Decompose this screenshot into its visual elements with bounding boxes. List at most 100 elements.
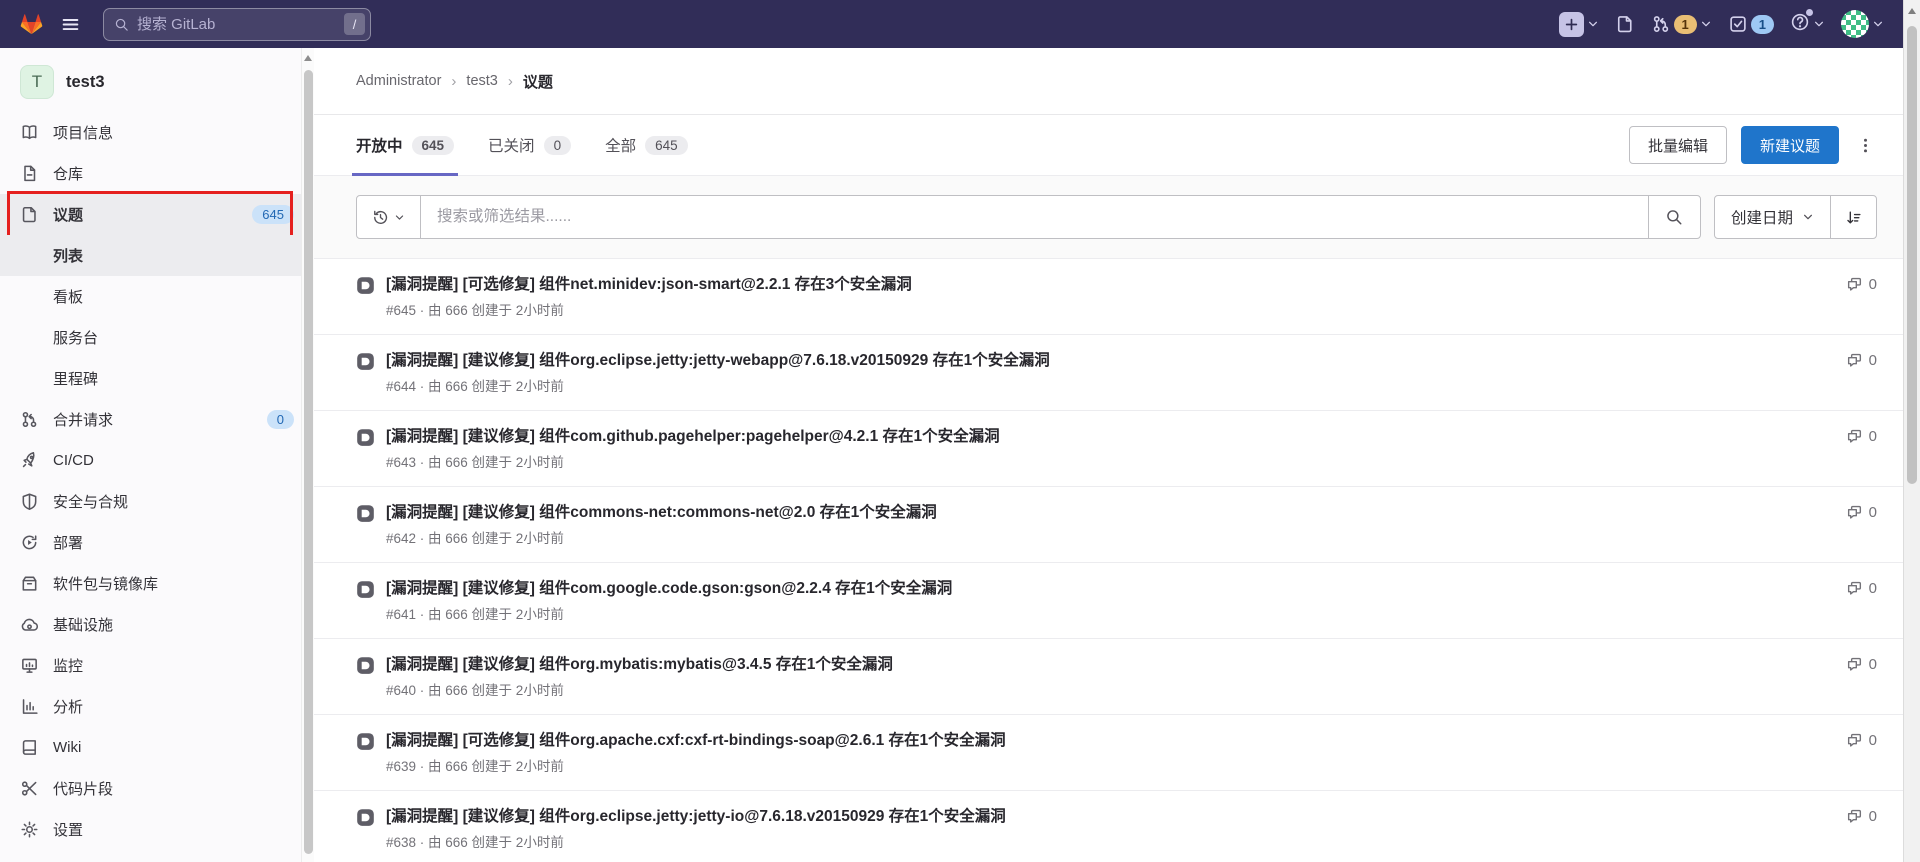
sidebar-item-milestones[interactable]: 里程碑 <box>0 358 314 399</box>
scrollbar-arrow-up-icon[interactable] <box>304 55 312 61</box>
sidebar-item-packages-registries[interactable]: 软件包与镜像库 <box>0 563 314 604</box>
help-menu-button[interactable] <box>1783 12 1832 37</box>
plus-box <box>1559 12 1584 37</box>
chevron-down-icon <box>1813 18 1825 30</box>
breadcrumb-separator: › <box>508 73 513 90</box>
chevron-down-icon <box>1802 211 1814 223</box>
navbar-issues-button[interactable] <box>1608 14 1642 34</box>
filter-search-input[interactable] <box>421 196 1648 238</box>
issue-title-link[interactable]: [漏洞提醒] [建议修复] 组件com.google.code.gson:gso… <box>386 578 1835 599</box>
issue-comments-count[interactable]: 0 <box>1846 732 1877 749</box>
issue-row: [漏洞提醒] [建议修复] 组件org.eclipse.jetty:jetty-… <box>314 335 1903 411</box>
sidebar-item-label: 列表 <box>53 245 83 266</box>
navbar-todos-button[interactable]: 1 <box>1721 14 1781 34</box>
bulk-edit-button[interactable]: 批量编辑 <box>1629 126 1727 164</box>
sidebar-scrollbar-thumb[interactable] <box>304 70 313 854</box>
sort-direction-button[interactable] <box>1830 196 1876 238</box>
project-header[interactable]: T test3 <box>0 48 314 112</box>
comments-icon <box>1846 580 1863 597</box>
issue-main: [漏洞提醒] [建议修复] 组件commons-net:commons-net@… <box>386 502 1835 548</box>
sidebar-item-issue-list[interactable]: 列表 <box>0 235 314 276</box>
sidebar-item-deployments[interactable]: 部署 <box>0 522 314 563</box>
sidebar-item-project-info[interactable]: 项目信息 <box>0 112 314 153</box>
global-search-input[interactable] <box>137 16 336 33</box>
tab-all[interactable]: 全部645 <box>605 115 688 175</box>
breadcrumb-link[interactable]: test3 <box>466 73 497 89</box>
tab-count-badge: 0 <box>544 136 572 155</box>
breadcrumb-link[interactable]: Administrator <box>356 73 441 89</box>
comments-count: 0 <box>1869 732 1877 749</box>
sidebar-item-repository[interactable]: 仓库 <box>0 153 314 194</box>
sidebar-item-label: 议题 <box>53 204 83 225</box>
sidebar-item-label: 监控 <box>53 655 83 676</box>
scrollbar-arrow-up-icon[interactable] <box>1908 8 1916 14</box>
sidebar-item-security-compliance[interactable]: 安全与合规 <box>0 481 314 522</box>
sidebar-item-collapse-sidebar[interactable]: 收起侧边栏 <box>0 850 314 862</box>
issue-type-icon <box>356 808 375 827</box>
hamburger-menu-button[interactable] <box>51 5 89 43</box>
issue-meta: #639 · 由 666 创建于 2小时前 <box>386 758 1835 776</box>
issue-title-link[interactable]: [漏洞提醒] [可选修复] 组件org.apache.cxf:cxf-rt-bi… <box>386 730 1835 751</box>
filter-search-button[interactable] <box>1648 196 1700 238</box>
sidebar-item-analytics[interactable]: 分析 <box>0 686 314 727</box>
top-navbar: / 1 1 <box>0 0 1903 48</box>
issue-type-icon <box>356 732 375 751</box>
sidebar-item-boards[interactable]: 看板 <box>0 276 314 317</box>
new-menu-button[interactable] <box>1552 12 1606 37</box>
issue-comments-count[interactable]: 0 <box>1846 276 1877 293</box>
issue-title-link[interactable]: [漏洞提醒] [建议修复] 组件org.mybatis:mybatis@3.4.… <box>386 654 1835 675</box>
issue-comments-count[interactable]: 0 <box>1846 656 1877 673</box>
issue-title-link[interactable]: [漏洞提醒] [建议修复] 组件org.eclipse.jetty:jetty-… <box>386 350 1835 371</box>
navbar-merge-requests-button[interactable]: 1 <box>1644 14 1719 34</box>
history-icon <box>372 209 389 226</box>
page-scrollbar-thumb[interactable] <box>1907 26 1917 484</box>
sidebar-item-merge-requests[interactable]: 合并请求0 <box>0 399 314 440</box>
comments-icon <box>1846 428 1863 445</box>
sidebar-item-label: 仓库 <box>53 163 83 184</box>
tab-open[interactable]: 开放中645 <box>356 115 454 175</box>
chevron-down-icon <box>1587 18 1599 30</box>
sidebar-item-monitor[interactable]: 监控 <box>0 645 314 686</box>
sidebar-scrollbar[interactable] <box>301 48 314 862</box>
issue-main: [漏洞提醒] [建议修复] 组件org.eclipse.jetty:jetty-… <box>386 350 1835 396</box>
issue-comments-count[interactable]: 0 <box>1846 428 1877 445</box>
recent-searches-button[interactable] <box>357 196 421 238</box>
sidebar-item-service-desk[interactable]: 服务台 <box>0 317 314 358</box>
sidebar-item-ci-cd[interactable]: CI/CD <box>0 440 314 481</box>
new-issue-button[interactable]: 新建议题 <box>1741 126 1839 164</box>
rocket-icon <box>20 451 39 470</box>
sort-by-dropdown[interactable]: 创建日期 <box>1715 196 1830 238</box>
issue-title-link[interactable]: [漏洞提醒] [建议修复] 组件com.github.pagehelper:pa… <box>386 426 1835 447</box>
issue-comments-count[interactable]: 0 <box>1846 352 1877 369</box>
sidebar-item-wiki[interactable]: Wiki <box>0 727 314 768</box>
issue-title-link[interactable]: [漏洞提醒] [可选修复] 组件net.minidev:json-smart@2… <box>386 274 1835 295</box>
comments-count: 0 <box>1869 580 1877 597</box>
comments-count: 0 <box>1869 352 1877 369</box>
sidebar-item-issues[interactable]: 议题645 <box>0 194 314 235</box>
issue-comments-count[interactable]: 0 <box>1846 580 1877 597</box>
tab-count-badge: 645 <box>645 136 688 155</box>
sidebar-item-label: Wiki <box>53 739 81 756</box>
comments-count: 0 <box>1869 808 1877 825</box>
issue-title-link[interactable]: [漏洞提醒] [建议修复] 组件commons-net:commons-net@… <box>386 502 1835 523</box>
comments-icon <box>1846 504 1863 521</box>
more-actions-button[interactable] <box>1853 126 1877 164</box>
issue-meta: #642 · 由 666 创建于 2小时前 <box>386 530 1835 548</box>
issue-comments-count[interactable]: 0 <box>1846 808 1877 825</box>
issue-meta: #638 · 由 666 创建于 2小时前 <box>386 834 1835 852</box>
issue-row: [漏洞提醒] [建议修复] 组件org.mybatis:mybatis@3.4.… <box>314 639 1903 715</box>
sidebar-item-snippets[interactable]: 代码片段 <box>0 768 314 809</box>
tab-closed[interactable]: 已关闭0 <box>488 115 571 175</box>
comments-icon <box>1846 276 1863 293</box>
issue-title-link[interactable]: [漏洞提醒] [建议修复] 组件org.eclipse.jetty:jetty-… <box>386 806 1835 827</box>
global-search[interactable]: / <box>103 8 371 41</box>
user-menu-button[interactable] <box>1834 10 1891 38</box>
sidebar-item-settings[interactable]: 设置 <box>0 809 314 850</box>
page-scrollbar[interactable] <box>1903 0 1920 862</box>
issues-list: [漏洞提醒] [可选修复] 组件net.minidev:json-smart@2… <box>314 259 1903 862</box>
breadcrumb-separator: › <box>451 73 456 90</box>
gitlab-logo-icon[interactable] <box>18 11 45 37</box>
issue-main: [漏洞提醒] [可选修复] 组件org.apache.cxf:cxf-rt-bi… <box>386 730 1835 776</box>
issue-comments-count[interactable]: 0 <box>1846 504 1877 521</box>
sidebar-item-infrastructure[interactable]: 基础设施 <box>0 604 314 645</box>
